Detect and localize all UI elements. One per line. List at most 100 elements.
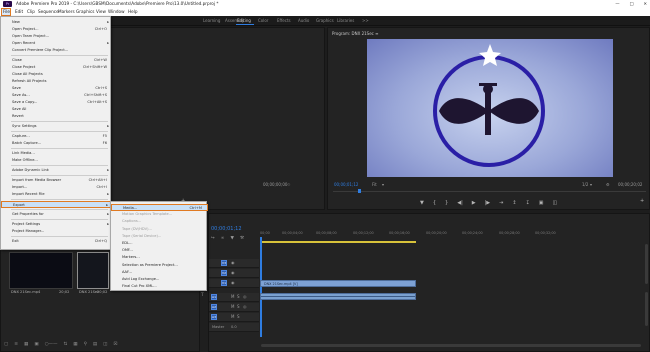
- menu-view[interactable]: View: [96, 8, 106, 16]
- eye-icon[interactable]: ◉: [231, 280, 235, 285]
- close-icon[interactable]: ✕: [643, 0, 647, 8]
- file_menu-item-export[interactable]: Export ▸: [1, 201, 112, 208]
- export-frame-icon[interactable]: ▣: [539, 200, 544, 206]
- program-quality-dropdown[interactable]: 1/2: [582, 182, 588, 187]
- timeline-horizontal-scrollbar[interactable]: [261, 344, 641, 347]
- track-target-v1[interactable]: V1: [221, 280, 227, 286]
- step-forward-icon[interactable]: |▶: [485, 200, 491, 206]
- track-header-master[interactable]: Master 0.0: [209, 323, 259, 332]
- mark-in-icon[interactable]: ▼: [420, 200, 424, 206]
- file_menu-item-project-settings[interactable]: Project Settings ▸: [1, 221, 112, 228]
- linked-selection-icon[interactable]: ∞: [221, 236, 225, 241]
- file_menu-item-save-a-copy[interactable]: Save a Copy... Ctrl+Alt+S: [1, 99, 112, 106]
- file_menu-item-save[interactable]: Save Ctrl+S: [1, 85, 112, 92]
- track-header-a3[interactable]: A3 M S: [209, 313, 259, 322]
- track-target-a1[interactable]: A1: [211, 294, 217, 300]
- solo-icon[interactable]: S: [237, 294, 240, 299]
- minimize-icon[interactable]: —: [615, 0, 619, 8]
- file_menu-item-save-all[interactable]: Save All: [1, 106, 112, 113]
- export_submenu-item-aaf[interactable]: AAF...: [111, 269, 208, 276]
- automate-icon[interactable]: ▦: [73, 342, 77, 347]
- step-back-icon[interactable]: ◀|: [457, 200, 463, 206]
- timeline-vertical-scrollbar[interactable]: [645, 244, 648, 284]
- file_menu-item-adobe-dynamic-link[interactable]: Adobe Dynamic Link ▸: [1, 167, 112, 174]
- go-to-in-icon[interactable]: }: [445, 200, 448, 206]
- track-target-v2[interactable]: V2: [221, 270, 227, 276]
- program-add-icon[interactable]: +: [640, 198, 644, 204]
- program-playhead-timecode[interactable]: 00;00;01;12: [334, 182, 358, 187]
- timeline-timecode[interactable]: 00;00;01;12: [211, 226, 242, 232]
- track-target-a2[interactable]: A2: [211, 304, 217, 310]
- list-view-icon[interactable]: ≡: [14, 342, 18, 347]
- source-settings-icon[interactable]: ⚙: [287, 182, 291, 187]
- export_submenu-item-captions[interactable]: Captions...: [111, 218, 208, 225]
- menu-edit[interactable]: Edit: [15, 8, 23, 16]
- wrench-icon[interactable]: ⚒: [240, 236, 244, 241]
- video-clip[interactable]: DNX 21Sec.mp4 [V]: [260, 280, 416, 287]
- audio-clip[interactable]: [260, 293, 416, 300]
- file_menu-item-revert[interactable]: Revert: [1, 113, 112, 120]
- play-icon[interactable]: ▶: [472, 200, 476, 206]
- file_menu-item-refresh-all-projects[interactable]: Refresh All Projects: [1, 78, 112, 85]
- file_menu-item-batch-capture[interactable]: Batch Capture... F6: [1, 140, 112, 147]
- master-volume[interactable]: 0.0: [231, 325, 237, 329]
- program-time-ruler[interactable]: [333, 191, 646, 192]
- file_menu-item-convert-premiere-clip-project[interactable]: Convert Premiere Clip Project...: [1, 47, 112, 54]
- workspace-audio[interactable]: Audio: [298, 18, 309, 23]
- work-area-bar[interactable]: [260, 241, 416, 243]
- menu-help[interactable]: Help: [128, 8, 138, 16]
- workspace-libraries[interactable]: Libraries: [337, 18, 354, 23]
- file_menu-item-import[interactable]: Import... Ctrl+I: [1, 184, 112, 191]
- export_submenu-item-tape-serial-device[interactable]: Tape (Serial Device)...: [111, 233, 208, 240]
- file_menu-item-close-all-projects[interactable]: Close All Projects: [1, 71, 112, 78]
- program-monitor-title[interactable]: Program: DNX 21Sec ≡: [332, 31, 379, 36]
- add-marker-icon[interactable]: ▼: [231, 236, 234, 241]
- export_submenu-item-final-cut-pro-xml[interactable]: Final Cut Pro XML...: [111, 283, 208, 290]
- menu-sequence[interactable]: Sequence: [38, 8, 59, 16]
- workspace-learning[interactable]: Learning: [203, 18, 220, 23]
- file_menu-item-new[interactable]: New ▸: [1, 19, 112, 26]
- export_submenu-item-markers[interactable]: Markers...: [111, 254, 208, 261]
- program-settings-icon[interactable]: ⚙: [606, 182, 610, 187]
- menu-window[interactable]: Window: [108, 8, 125, 16]
- timeline-audio-scrollbar[interactable]: [645, 292, 648, 326]
- workspace-more[interactable]: >>: [362, 18, 369, 23]
- freeform-view-icon[interactable]: ▣: [34, 342, 38, 347]
- menu-file[interactable]: File: [3, 8, 10, 16]
- track-header-v3[interactable]: V3 ◉: [209, 259, 259, 268]
- file_menu-item-import-from-media-browser[interactable]: Import from Media Browser Ctrl+Alt+I: [1, 177, 112, 184]
- track-header-a2[interactable]: A2 M S ◎: [209, 303, 259, 312]
- export_submenu-item-selection-as-premiere-project[interactable]: Selection as Premiere Project...: [111, 262, 208, 269]
- workspace-editing[interactable]: Editing: [237, 18, 251, 23]
- type-tool-icon[interactable]: T: [201, 293, 207, 298]
- workspace-effects[interactable]: Effects: [277, 18, 291, 23]
- mute-icon[interactable]: M: [231, 314, 234, 319]
- menu-markers[interactable]: Markers: [58, 8, 75, 16]
- export_submenu-item-tape-dv-hdv[interactable]: Tape (DV/HDV)...: [111, 226, 208, 233]
- zoom-slider[interactable]: ○——: [45, 342, 58, 347]
- track-target-v3[interactable]: V3: [221, 260, 227, 266]
- workspace-color[interactable]: Color: [258, 18, 268, 23]
- file_menu-item-sync-settings[interactable]: Sync Settings ▸: [1, 123, 112, 130]
- track-target-a3[interactable]: A3: [211, 314, 217, 320]
- quality-chevron-icon[interactable]: ▾: [590, 182, 592, 187]
- file_menu-item-link-media[interactable]: Link Media...: [1, 150, 112, 157]
- file_menu-item-import-recent-file[interactable]: Import Recent File ▸: [1, 191, 112, 198]
- workspace-graphics[interactable]: Graphics: [316, 18, 334, 23]
- solo-icon[interactable]: S: [237, 314, 240, 319]
- eye-icon[interactable]: ◉: [231, 260, 235, 265]
- file_menu-item-make-offline[interactable]: Make Offline...: [1, 157, 112, 164]
- mic-icon[interactable]: ◎: [243, 294, 247, 299]
- export_submenu-item-media[interactable]: Media... Ctrl+M: [111, 204, 208, 211]
- lift-icon[interactable]: ↥: [512, 200, 516, 206]
- icon-view-icon[interactable]: ▦: [24, 342, 28, 347]
- mute-icon[interactable]: M: [231, 304, 234, 309]
- program-fit-dropdown[interactable]: Fit: [372, 182, 377, 187]
- mute-icon[interactable]: M: [231, 294, 234, 299]
- file_menu-item-close-project[interactable]: Close Project Ctrl+Shift+W: [1, 64, 112, 71]
- menu-clip[interactable]: Clip: [27, 8, 35, 16]
- track-header-v1[interactable]: V1 ◉: [209, 279, 259, 288]
- timeline-playhead[interactable]: [260, 237, 262, 337]
- project-thumbnail-media[interactable]: [9, 252, 73, 289]
- file_menu-item-open-project[interactable]: Open Project... Ctrl+O: [1, 26, 112, 33]
